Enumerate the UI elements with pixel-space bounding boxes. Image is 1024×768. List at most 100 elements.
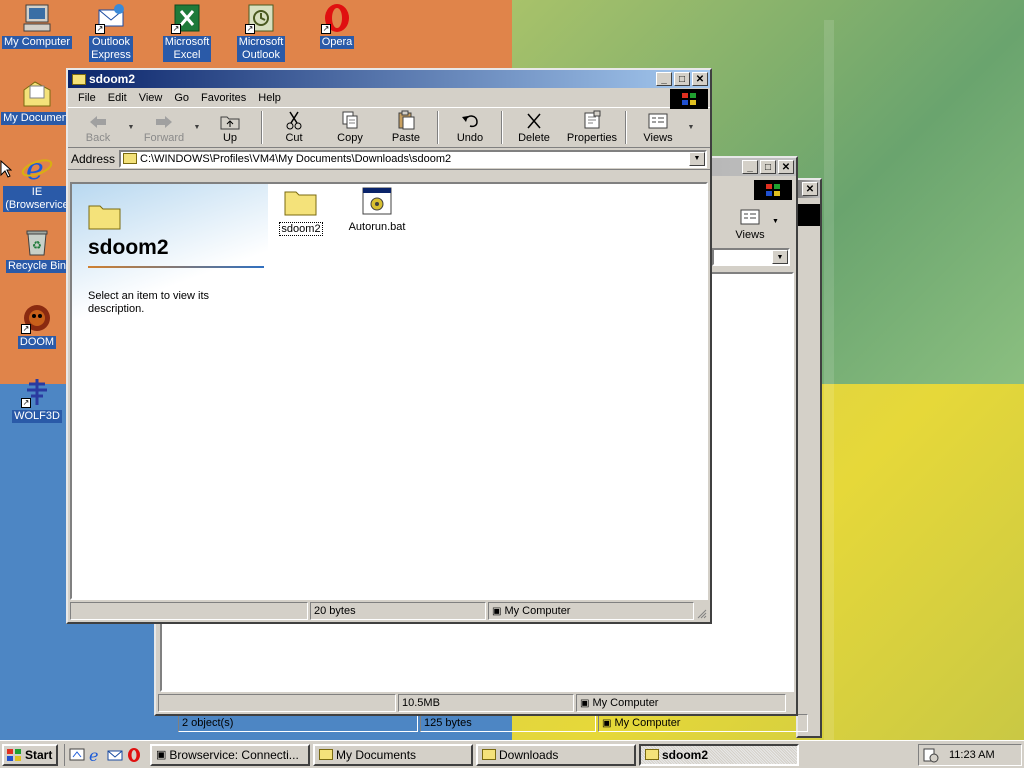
resize-grip[interactable] [696, 602, 708, 620]
desktop-icon-wolf3d[interactable]: ↗ WOLF3D [0, 376, 74, 423]
forward-arrow-icon [156, 116, 172, 128]
show-desktop-icon[interactable] [69, 747, 85, 763]
address-field[interactable]: C:\WINDOWS\Profiles\VM4\My Documents\Dow… [119, 149, 707, 168]
file-item-label: sdoom2 [279, 222, 323, 236]
desktop-icon-my-documents[interactable]: My Document [0, 78, 74, 125]
menu-help[interactable]: Help [252, 92, 287, 104]
properties-button[interactable]: Properties [562, 109, 622, 146]
computer-mini-icon: ▣ [580, 697, 590, 709]
scissors-icon [286, 111, 302, 130]
task-button-my-documents[interactable]: My Documents [313, 743, 473, 766]
file-item-sdoom2[interactable]: sdoom2 [276, 188, 326, 236]
windows-logo [670, 89, 708, 109]
desktop-icon-microsoft-excel[interactable]: ↗ Microsoft Excel [150, 2, 224, 62]
shortcut-arrow-icon: ↗ [171, 24, 181, 34]
undo-button[interactable]: Undo [442, 109, 498, 146]
shortcut-arrow-icon: ↗ [321, 24, 331, 34]
address-dropdown-button[interactable]: ▼ [772, 250, 788, 264]
views-button[interactable]: Views [724, 208, 776, 241]
internet-explorer-icon[interactable]: e [88, 747, 104, 763]
desktop-icon-my-computer[interactable]: My Computer [0, 2, 74, 49]
views-dropdown-arrow[interactable]: ▼ [686, 109, 696, 146]
address-field[interactable]: ▼ [712, 248, 790, 266]
desktop-icon-outlook-express[interactable]: ↗ Outlook Express [74, 2, 148, 62]
downloads-window-titlebar[interactable]: ✕ [798, 180, 820, 198]
minimize-button[interactable]: _ [656, 72, 672, 86]
clock[interactable]: 11:23 AM [949, 749, 995, 761]
menu-view[interactable]: View [133, 92, 169, 104]
paste-button[interactable]: Paste [378, 109, 434, 146]
desktop-icon-label: WOLF3D [12, 410, 62, 423]
wallpaper-frame [824, 20, 1000, 740]
menu-file[interactable]: File [72, 92, 102, 104]
close-button[interactable]: ✕ [802, 182, 818, 196]
folder-icon [123, 153, 138, 164]
status-object-count: 2 object(s) [178, 714, 418, 732]
desktop-icon-doom[interactable]: ↗ DOOM [0, 302, 74, 349]
folder-icon [284, 191, 317, 216]
task-button-downloads[interactable]: Downloads [476, 743, 636, 766]
forward-dropdown-arrow[interactable]: ▼ [192, 109, 202, 146]
views-button[interactable]: Views [630, 109, 686, 146]
back-button[interactable]: Back [70, 109, 126, 146]
windows-logo [754, 180, 792, 200]
scheduler-icon[interactable] [923, 747, 939, 763]
copy-button[interactable]: Copy [322, 109, 378, 146]
folder-icon [645, 749, 659, 760]
downloads-window[interactable]: ✕ [796, 178, 822, 738]
computer-mini-icon: ▣ [492, 605, 502, 617]
task-button-browservice[interactable]: ▣ Browservice: Connecti... [150, 743, 310, 766]
desktop-icon-microsoft-outlook[interactable]: ↗ Microsoft Outlook [224, 2, 298, 62]
browser-window-icon: ▣ [156, 749, 167, 761]
menu-favorites[interactable]: Favorites [195, 92, 252, 104]
close-button[interactable]: ✕ [778, 160, 794, 174]
delete-button[interactable]: Delete [506, 109, 562, 146]
maximize-button[interactable]: □ [760, 160, 776, 174]
outlook-express-icon[interactable] [107, 747, 123, 763]
up-folder-icon [220, 116, 240, 130]
views-dropdown-arrow[interactable]: ▼ [772, 218, 779, 225]
documents-folder-icon [21, 78, 53, 110]
mouse-cursor-icon [0, 160, 12, 178]
window-title: sdoom2 [89, 72, 136, 86]
desktop-icon-label: My Document [1, 112, 73, 125]
forward-button[interactable]: Forward [136, 109, 192, 146]
cut-button[interactable]: Cut [266, 109, 322, 146]
folder-content-area[interactable]: sdoom2 Select an item to view its descri… [70, 182, 708, 600]
start-button[interactable]: Start [2, 743, 58, 766]
doom-icon: ↗ [21, 302, 53, 334]
file-item-label: Autorun.bat [348, 221, 406, 233]
maximize-button[interactable]: □ [674, 72, 690, 86]
sdoom2-window-titlebar[interactable]: sdoom2 _ □ ✕ [68, 70, 710, 88]
desktop-icon-recycle-bin[interactable]: ♻ Recycle Bin [0, 226, 74, 273]
back-dropdown-arrow[interactable]: ▼ [126, 109, 136, 146]
shortcut-arrow-icon: ↗ [95, 24, 105, 34]
desktop-icon-label: Outlook Express [89, 36, 133, 62]
status-zone: ▣ My Computer [488, 602, 694, 620]
close-button[interactable]: ✕ [692, 72, 708, 86]
desktop-icon-label: Microsoft Outlook [236, 36, 286, 62]
sdoom2-statusbar: 20 bytes ▣ My Computer [70, 602, 708, 620]
taskbar: Start e ▣ Browservice: Connecti... My Doc… [0, 740, 1024, 768]
up-button[interactable]: Up [202, 109, 258, 146]
clipboard-icon [398, 110, 415, 130]
svg-text:♻: ♻ [32, 240, 42, 252]
desktop-icon-opera[interactable]: ↗ Opera [300, 2, 374, 49]
menu-go[interactable]: Go [168, 92, 195, 104]
computer-icon [21, 2, 53, 34]
opera-icon[interactable] [126, 747, 142, 763]
task-button-sdoom2[interactable]: sdoom2 [639, 743, 799, 766]
menu-edit[interactable]: Edit [102, 92, 133, 104]
back-arrow-icon [90, 116, 106, 128]
status-zone: ▣ My Computer [598, 714, 808, 732]
status-zone: ▣ My Computer [576, 694, 786, 712]
address-dropdown-button[interactable]: ▼ [689, 151, 705, 166]
copy-icon [342, 111, 358, 129]
computer-mini-icon: ▣ [602, 717, 612, 729]
views-icon [740, 209, 760, 225]
sdoom2-window[interactable]: sdoom2 _ □ ✕ File Edit View Go Favorites… [66, 68, 712, 624]
file-item-autorun-bat[interactable]: Autorun.bat [340, 186, 414, 233]
minimize-button[interactable]: _ [742, 160, 758, 174]
system-tray: 11:23 AM [918, 743, 1022, 766]
toolbar: Back ▼ Forward ▼ Up Cut Copy Paste Undo … [68, 108, 710, 148]
